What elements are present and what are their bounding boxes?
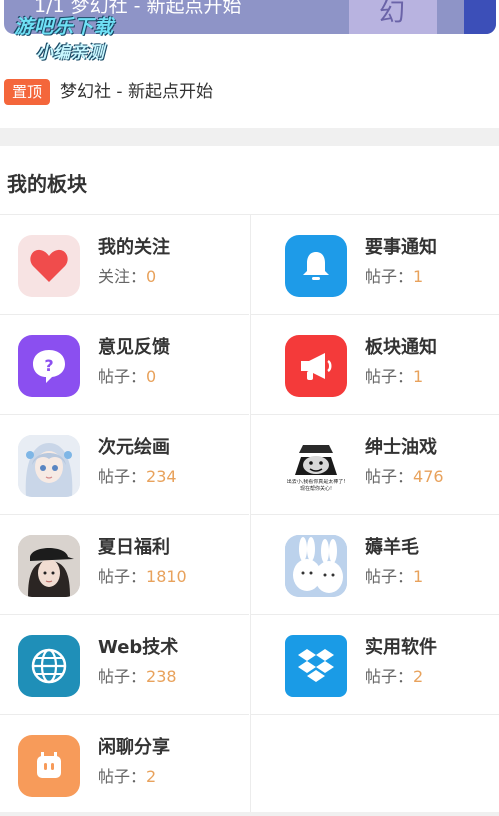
- meta-count: 0: [146, 267, 157, 286]
- meta-label: 帖子：: [365, 467, 414, 486]
- board-title: 要事通知: [365, 237, 437, 258]
- meta-label: 帖子：: [365, 367, 414, 386]
- board-item-board-notices[interactable]: 板块通知 帖子：1: [250, 315, 499, 415]
- board-meta: 帖子：238: [98, 665, 177, 689]
- girl-cap-thumbnail: [18, 535, 80, 597]
- board-item-useful-software[interactable]: 实用软件 帖子：2: [250, 615, 499, 715]
- board-meta: 关注：0: [98, 265, 156, 289]
- top-banner[interactable]: 1/1 梦幻社 - 新起点开始 幻: [0, 0, 499, 36]
- board-item-empty: [250, 715, 499, 815]
- board-item-anime-drawing[interactable]: 次元绘画 帖子：234: [0, 415, 249, 515]
- meta-label: 帖子：: [98, 567, 147, 586]
- meta-label: 帖子：: [365, 567, 414, 586]
- bell-icon: [285, 235, 347, 297]
- meta-count: 1: [413, 567, 424, 586]
- megaphone-icon: [285, 335, 347, 397]
- meta-label: 关注：: [98, 267, 147, 286]
- question-bubble-icon: ?: [18, 335, 80, 397]
- meta-count: 476: [413, 467, 444, 486]
- meme-caption-line-1: 出去小,我看你真是太棒了!: [286, 479, 346, 485]
- board-item-freebies[interactable]: 薅羊毛 帖子：1: [250, 515, 499, 615]
- banner-slide[interactable]: 1/1 梦幻社 - 新起点开始 幻: [4, 0, 496, 34]
- meta-label: 帖子：: [98, 367, 147, 386]
- board-meta: 帖子：476: [365, 465, 444, 489]
- banner-art-glyph: 幻: [379, 0, 406, 28]
- anime-girl-thumbnail: [18, 435, 80, 497]
- board-meta: 帖子：1: [365, 265, 423, 289]
- section-title: 我的板块: [7, 172, 87, 196]
- meme-caption-line-2: 现在帮你关心!: [299, 486, 332, 492]
- board-meta: 帖子：1: [365, 565, 423, 589]
- board-item-important-notices[interactable]: 要事通知 帖子：1: [250, 215, 499, 315]
- meta-count: 2: [413, 667, 424, 686]
- board-title: 绅士油戏: [365, 437, 437, 458]
- board-title: 次元绘画: [98, 437, 170, 458]
- watermark-line-2: 小编亲测: [36, 43, 104, 63]
- pinned-badge: 置顶: [4, 79, 50, 105]
- meta-count: 1810: [146, 567, 187, 586]
- board-title: 实用软件: [365, 637, 437, 658]
- heart-icon: [18, 235, 80, 297]
- board-item-summer-welfare[interactable]: 夏日福利 帖子：1810: [0, 515, 249, 615]
- board-title: 夏日福利: [98, 537, 170, 558]
- meta-count: 234: [146, 467, 177, 486]
- banner-art: 幻: [349, 0, 437, 34]
- meta-count: 0: [146, 367, 157, 386]
- meta-label: 帖子：: [98, 467, 147, 486]
- board-item-chat-share[interactable]: 闲聊分享 帖子：2: [0, 715, 249, 815]
- board-title: 意见反馈: [98, 337, 170, 358]
- board-meta: 帖子：1810: [98, 565, 187, 589]
- dropbox-icon: [285, 635, 347, 697]
- meta-count: 1: [413, 267, 424, 286]
- board-title: 我的关注: [98, 237, 170, 258]
- meme-caption: 出去小,我看你真是太棒了! 现在帮你关心!: [285, 479, 347, 493]
- meta-label: 帖子：: [98, 767, 147, 786]
- board-meta: 帖子：2: [365, 665, 423, 689]
- board-title: 闲聊分享: [98, 737, 170, 758]
- meta-label: 帖子：: [365, 267, 414, 286]
- board-meta: 帖子：2: [98, 765, 156, 789]
- board-grid: 我的关注 关注：0 要事通知 帖子：1 ? 意见反馈 帖子：0 板块通知 帖子：…: [0, 214, 499, 815]
- meta-label: 帖子：: [365, 667, 414, 686]
- board-item-my-follows[interactable]: 我的关注 关注：0: [0, 215, 249, 315]
- globe-icon: [18, 635, 80, 697]
- banner-caption: 1/1 梦幻社 - 新起点开始: [34, 0, 242, 17]
- board-meta: 帖子：0: [98, 365, 156, 389]
- bottom-divider: [0, 812, 499, 816]
- board-title: 板块通知: [365, 337, 437, 358]
- svg-text:?: ?: [44, 356, 53, 375]
- meta-count: 1: [413, 367, 424, 386]
- board-title: 薅羊毛: [365, 537, 419, 558]
- board-meta: 帖子：234: [98, 465, 177, 489]
- pinned-post-title[interactable]: 梦幻社 - 新起点开始: [60, 79, 213, 105]
- chat-robot-icon: [18, 735, 80, 797]
- board-item-gentleman-games[interactable]: 出去小,我看你真是太棒了! 现在帮你关心! 绅士油戏 帖子：476: [250, 415, 499, 515]
- meta-label: 帖子：: [98, 667, 147, 686]
- board-title: Web技术: [98, 637, 179, 658]
- banner-art-secondary: [464, 0, 496, 34]
- board-item-web-tech[interactable]: Web技术 帖子：238: [0, 615, 249, 715]
- board-meta: 帖子：1: [365, 365, 423, 389]
- meta-count: 2: [146, 767, 157, 786]
- rabbits-thumbnail: [285, 535, 347, 597]
- board-item-feedback[interactable]: ? 意见反馈 帖子：0: [0, 315, 249, 415]
- pinned-post[interactable]: 置顶 梦幻社 - 新起点开始: [0, 72, 499, 112]
- meta-count: 238: [146, 667, 177, 686]
- section-divider: [0, 128, 499, 146]
